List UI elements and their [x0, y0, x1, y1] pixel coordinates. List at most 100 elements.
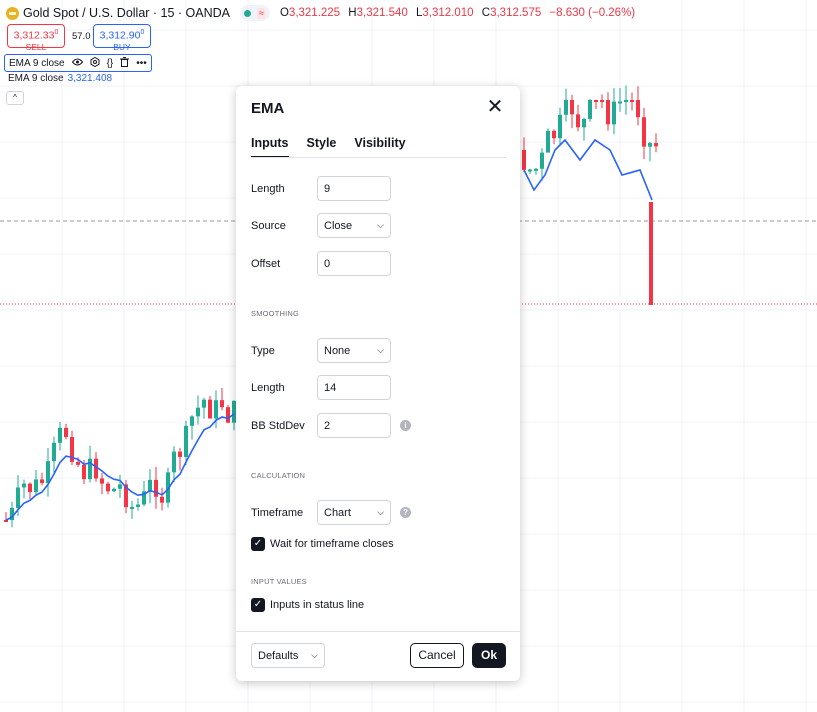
tab-inputs[interactable]: Inputs [251, 136, 289, 158]
candle [522, 150, 526, 170]
status-line-label[interactable]: Inputs in status line [270, 599, 364, 611]
smoothing-section-title: SMOOTHING [251, 309, 300, 318]
buy-label: BUY [113, 41, 131, 52]
candle [82, 464, 86, 480]
close-icon[interactable]: ✕ [485, 97, 505, 118]
ok-button[interactable]: Ok [472, 643, 506, 668]
smoothing-type-value: None [324, 344, 351, 357]
offset-input-value: 0 [324, 257, 331, 270]
chevron-down-icon: ⌵ [377, 345, 384, 355]
chevron-down-icon: ⌵ [377, 507, 384, 517]
candle [202, 399, 206, 408]
candle [582, 118, 586, 128]
candle [112, 488, 116, 492]
offset-input[interactable]: 0 [317, 251, 391, 276]
bb-stddev-value: 2 [324, 419, 331, 432]
bb-stddev-input[interactable]: 2 [317, 413, 391, 438]
spread-value: 57.0 [72, 31, 91, 42]
sell-button[interactable]: 3,312.330 SELL [7, 24, 65, 52]
defaults-dropdown[interactable]: Defaults ⌵ [251, 643, 325, 668]
candle [576, 114, 580, 128]
info-icon[interactable]: i [400, 420, 411, 431]
candle [64, 427, 68, 438]
symbol-legend[interactable]: Gold Spot / U.S. Dollar · 15 · OANDA ≈ O… [6, 4, 640, 22]
smoothing-type-select[interactable]: None ⌵ [317, 338, 391, 363]
smoothing-length-label: Length [251, 382, 285, 394]
length-label: Length [251, 183, 285, 195]
indicator-args: 9 close [32, 57, 65, 69]
source-select-value: Close [324, 219, 353, 232]
symbol-title[interactable]: Gold Spot / U.S. Dollar · 15 · OANDA [23, 6, 230, 20]
eye-icon[interactable] [71, 58, 83, 69]
collapse-legend-button[interactable]: ^ [6, 91, 24, 105]
sell-price: 3,312.33 [13, 29, 55, 42]
candle [16, 487, 20, 508]
candle [34, 479, 38, 493]
candle [636, 100, 640, 118]
indicator-args-2: 9 close [31, 73, 64, 84]
source-select[interactable]: Close ⌵ [317, 213, 391, 238]
ohlc-close-key: C [481, 7, 491, 19]
help-icon[interactable]: ? [400, 507, 411, 518]
timeframe-select[interactable]: Chart ⌵ [317, 500, 391, 525]
chevron-up-icon: ^ [13, 93, 17, 102]
ohlc-low-value: 3,312.010 [422, 7, 474, 19]
price-change: −8.630 (−0.26%) [549, 7, 636, 19]
candle [540, 152, 544, 169]
indicator-value: 3,321.408 [67, 73, 113, 84]
tab-visibility[interactable]: Visibility [354, 136, 405, 158]
status-line-checkbox[interactable]: ✓ [251, 598, 265, 612]
bb-stddev-label: BB StdDev [251, 420, 305, 432]
length-input-value: 9 [324, 182, 331, 195]
footer-divider [236, 631, 520, 632]
indicator-title[interactable]: EMA 9 close [9, 58, 65, 69]
candle [178, 451, 182, 457]
indicator-legend-value-row[interactable]: EMA 9 close 3,321.408 [8, 73, 112, 84]
candle [648, 143, 652, 147]
candle [528, 169, 532, 172]
timeframe-label: Timeframe [251, 507, 304, 519]
settings-icon[interactable] [90, 56, 100, 70]
candle [40, 479, 44, 484]
wait-timeframe-checkbox[interactable]: ✓ [251, 537, 265, 551]
candle [190, 416, 194, 426]
candle [106, 483, 110, 492]
candle [654, 143, 658, 147]
candle [196, 407, 200, 417]
candle [184, 425, 188, 457]
cancel-button[interactable]: Cancel [410, 643, 464, 668]
tab-style[interactable]: Style [307, 136, 337, 158]
candle [28, 483, 32, 493]
buy-button[interactable]: 3,312.900 BUY [93, 24, 151, 52]
ohlc-high-value: 3,321.540 [356, 7, 408, 19]
candle [552, 130, 556, 139]
market-status-pills[interactable]: ≈ [240, 5, 270, 21]
more-icon[interactable]: ••• [136, 58, 147, 69]
smoothing-length-input[interactable]: 14 [317, 375, 391, 400]
ohlc-values: O3,321.225 H3,321.540 L3,312.010 C3,312.… [280, 7, 640, 19]
candle [220, 400, 224, 408]
source-code-icon[interactable]: {} [107, 58, 114, 69]
candle [570, 100, 574, 115]
candle [546, 130, 550, 153]
buy-price: 3,312.90 [99, 29, 141, 42]
wait-timeframe-label[interactable]: Wait for timeframe closes [270, 538, 394, 550]
defaults-label: Defaults [258, 649, 299, 662]
candle [594, 100, 598, 102]
ema-line-right [523, 138, 653, 201]
input-values-section-title: INPUT VALUES [251, 577, 307, 586]
candle [208, 399, 212, 419]
candle [600, 100, 604, 102]
ohlc-open-key: O [279, 7, 289, 19]
tabs-divider [251, 157, 506, 158]
candle [534, 168, 538, 171]
candle [630, 100, 634, 102]
length-input[interactable]: 9 [317, 176, 391, 201]
candle [558, 114, 562, 139]
offset-label: Offset [251, 258, 281, 270]
indicator-legend-active[interactable]: EMA 9 close {} ••• [4, 54, 152, 72]
candle [76, 461, 80, 465]
trash-icon[interactable] [120, 56, 130, 70]
ohlc-high-key: H [348, 7, 357, 19]
buy-price-sup: 0 [140, 29, 145, 36]
